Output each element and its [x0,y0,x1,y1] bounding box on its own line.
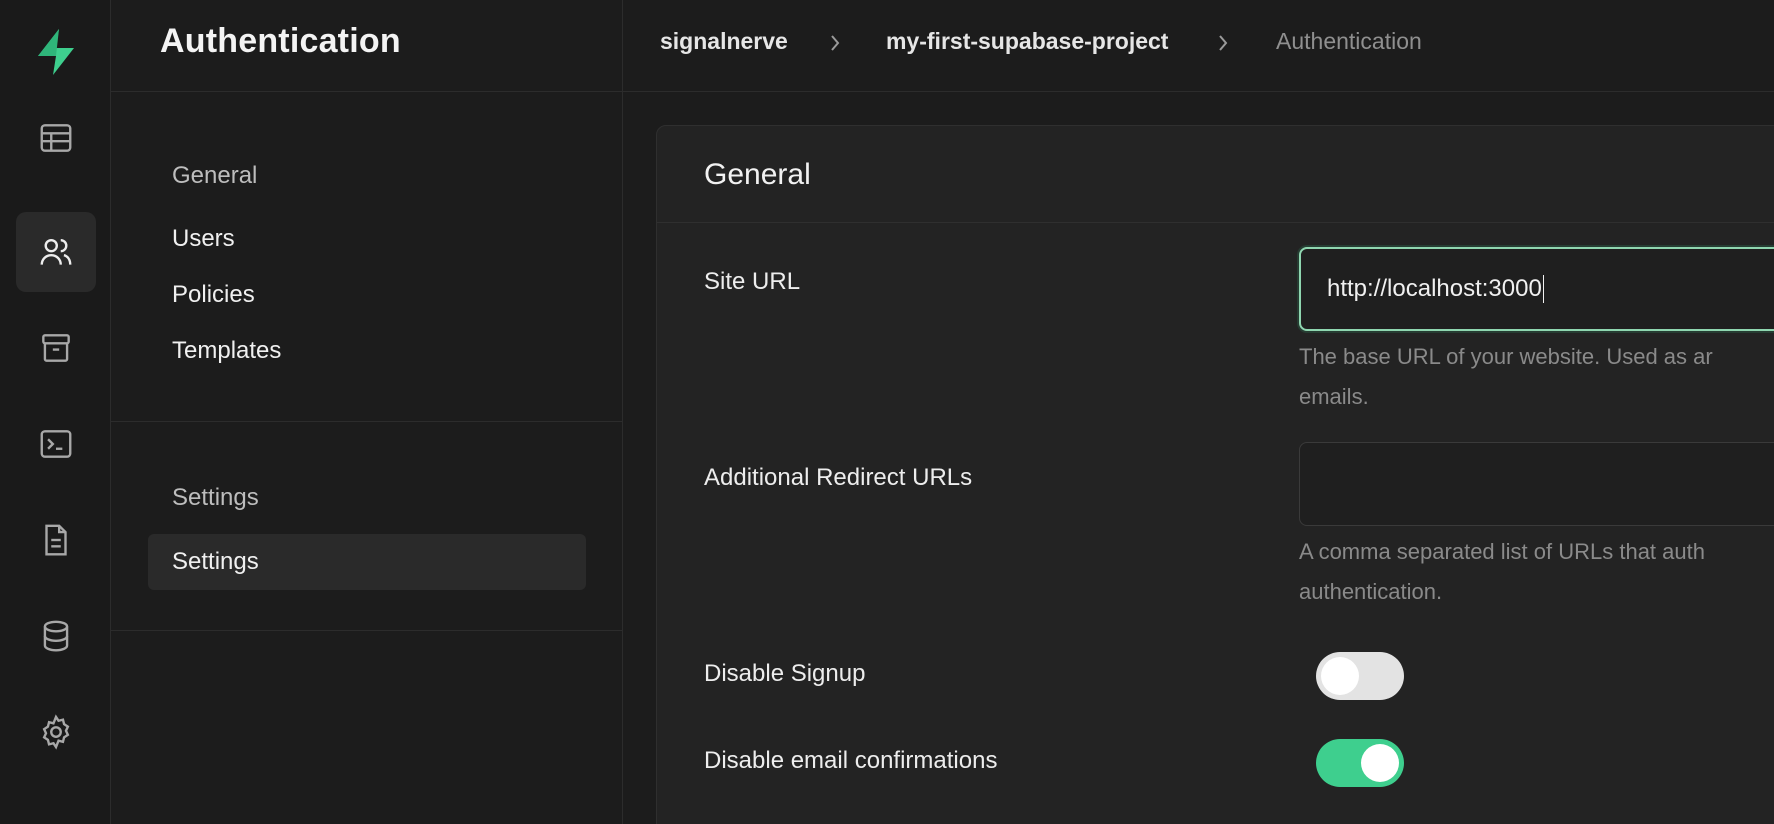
site-url-help-line-1: The base URL of your website. Used as ar [1299,344,1713,369]
text-caret [1542,275,1545,303]
divider [657,222,1774,223]
sidebar-title: Authentication [160,22,401,60]
auth-sidebar: Authentication General Users Policies Te… [111,0,623,824]
table-icon [40,124,72,152]
breadcrumb-current: Authentication [1276,28,1422,54]
gear-icon [42,714,70,750]
general-settings-card: General Site URL http://localhost:3000 T… [656,125,1774,824]
redirect-urls-input[interactable] [1299,442,1774,526]
disable-email-confirmations-toggle[interactable] [1316,739,1404,787]
toggle-knob [1321,657,1359,695]
authentication-nav-button[interactable] [16,212,96,292]
supabase-logo-icon[interactable] [30,26,82,78]
disable-email-confirmations-label: Disable email confirmations [704,747,998,774]
document-icon [45,524,67,556]
card-title: General [704,158,811,191]
users-icon [40,238,72,265]
table-editor-nav-button[interactable] [16,98,96,178]
main-content: General Site URL http://localhost:3000 T… [623,92,1774,824]
icon-rail [0,0,111,824]
redirect-urls-help-line-1: A comma separated list of URLs that auth [1299,539,1705,564]
breadcrumb-project[interactable]: my-first-supabase-project [886,28,1168,55]
redirect-urls-label: Additional Redirect URLs [704,464,973,491]
sidebar-item-policies[interactable]: Policies [148,267,586,323]
redirect-urls-help-line-2: authentication. [1299,579,1443,604]
toggle-knob [1361,744,1399,782]
app-window: Authentication General Users Policies Te… [0,0,1774,824]
chevron-right-icon [1219,35,1228,51]
api-docs-nav-button[interactable] [16,500,96,580]
disable-signup-toggle[interactable] [1316,652,1404,700]
divider [111,630,623,631]
divider [111,421,623,422]
terminal-icon [40,430,72,458]
section-label-settings: Settings [172,484,259,511]
storage-nav-button[interactable] [16,308,96,388]
archive-icon [42,334,70,362]
site-url-help-line-2: emails. [1299,384,1369,409]
sidebar-item-users[interactable]: Users [148,211,586,267]
settings-nav-button[interactable] [16,692,96,772]
breadcrumb-org[interactable]: signalnerve [660,28,788,55]
site-url-value: http://localhost:3000 [1327,275,1542,302]
site-url-input[interactable]: http://localhost:3000 [1299,247,1774,331]
database-nav-button[interactable] [16,596,96,676]
chevron-right-icon [831,35,840,51]
database-icon [43,620,69,652]
section-label-general: General [172,162,258,189]
disable-signup-label: Disable Signup [704,660,866,687]
divider [111,91,623,92]
breadcrumb: signalnerve my-first-supabase-project Au… [623,0,1774,92]
sidebar-item-templates[interactable]: Templates [148,323,586,379]
site-url-label: Site URL [704,268,801,295]
sidebar-item-settings[interactable]: Settings [148,534,586,590]
sql-editor-nav-button[interactable] [16,404,96,484]
